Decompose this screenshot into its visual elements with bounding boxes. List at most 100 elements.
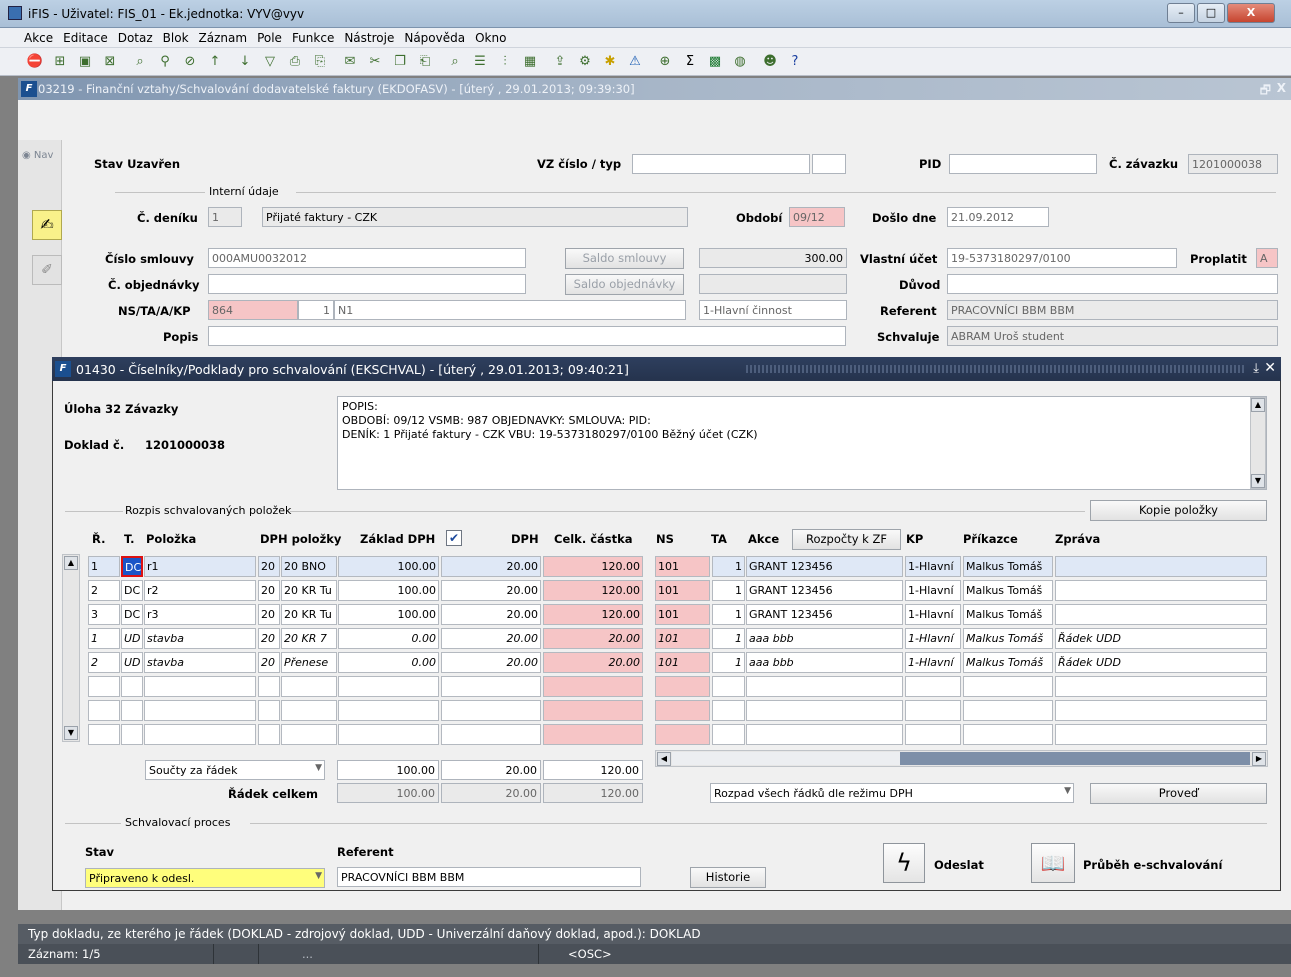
rozpocty-button[interactable]: Rozpočty k ZF [792, 529, 901, 550]
grid-cell-zak[interactable] [338, 676, 439, 697]
schvaluje-field[interactable]: ABRAM Uroš student [947, 326, 1278, 346]
zavazek-field[interactable]: 1201000038 [1188, 154, 1278, 174]
grid-cell-akce[interactable] [746, 724, 903, 745]
save-icon[interactable]: ▣ [76, 53, 94, 71]
sort-asc-icon[interactable]: ↑ [206, 53, 224, 71]
grid-horizontal-scrollbar[interactable]: ◀ ▶ [655, 750, 1268, 767]
grid-cell-prik[interactable] [963, 724, 1053, 745]
grid-cell-akce[interactable]: GRANT 123456 [746, 556, 903, 577]
sum-icon[interactable]: Σ [681, 53, 699, 71]
exit-icon[interactable]: ⛔ [26, 53, 44, 71]
grid-cell-zpr[interactable] [1055, 700, 1267, 721]
calculator-icon[interactable]: ⊕ [656, 53, 674, 71]
odeslat-lightning-icon[interactable]: ϟ [883, 843, 925, 883]
scroll-down-icon[interactable]: ▼ [64, 726, 78, 740]
grid-cell-celk[interactable]: 120.00 [543, 556, 643, 577]
grid-cell-t[interactable]: DC [121, 580, 143, 601]
saldo-objednavky-button[interactable]: Saldo objednávky [565, 274, 684, 295]
scroll-right-icon[interactable]: ▶ [1252, 752, 1266, 766]
scroll-thumb[interactable] [900, 752, 1250, 765]
grid-cell-dph[interactable]: 20.00 [441, 604, 541, 625]
grid-cell-prik[interactable]: Malkus Tomáš [963, 556, 1053, 577]
grid-cell-kp[interactable] [905, 724, 961, 745]
grid-cell-prik[interactable]: Malkus Tomáš [963, 604, 1053, 625]
dialog-minimize-icon[interactable]: ⤓ [1253, 361, 1259, 376]
cut-icon[interactable]: ✂ [366, 53, 384, 71]
grid-cell-ta[interactable]: 1 [712, 628, 745, 649]
menu-item[interactable]: Blok [158, 28, 194, 45]
grid-cell-ta[interactable] [712, 700, 745, 721]
proces-referent-field[interactable]: PRACOVNÍCI BBM BBM [337, 867, 641, 887]
popis-scrollbar[interactable]: ▲ ▼ [1250, 397, 1266, 489]
grid-cell-t[interactable]: UD [121, 628, 143, 649]
grid-cell-dp1[interactable]: 20 [258, 652, 280, 673]
calendar-icon[interactable]: ▦ [521, 53, 539, 71]
insert-record-icon[interactable]: ⊞ [51, 53, 69, 71]
grid-cell-pol[interactable] [144, 676, 256, 697]
menu-item[interactable]: Funkce [287, 28, 339, 45]
excel-icon[interactable]: ▩ [706, 53, 724, 71]
grid-cell-dph[interactable] [441, 700, 541, 721]
grid-cell-ta[interactable]: 1 [712, 556, 745, 577]
print-preview-icon[interactable]: ⎘ [311, 53, 329, 71]
sps-tool-icon[interactable]: ✐ [32, 255, 62, 285]
query-icon[interactable]: ⌕ [131, 53, 149, 71]
soucty-select[interactable]: Součty za řádek ▼ [145, 760, 325, 780]
grid-cell-kp[interactable]: 1-Hlavní [905, 580, 961, 601]
grid-cell-dp1[interactable] [258, 700, 280, 721]
denik-field[interactable]: 1 [208, 207, 242, 227]
historie-button[interactable]: Historie [690, 867, 766, 888]
grid-cell-zak[interactable] [338, 700, 439, 721]
menu-item[interactable]: Okno [470, 28, 511, 45]
grid-cell-dp1[interactable] [258, 676, 280, 697]
grid-cell-r[interactable]: 3 [88, 604, 120, 625]
vz-type-field[interactable] [812, 154, 846, 174]
grid-cell-zak[interactable]: 100.00 [338, 604, 439, 625]
proved-button[interactable]: Proveď [1090, 783, 1267, 804]
grid-cell-ns[interactable]: 101 [655, 604, 710, 625]
grid-cell-celk[interactable] [543, 724, 643, 745]
search-icon[interactable]: ⌕ [446, 53, 464, 71]
grid-cell-zak[interactable]: 100.00 [338, 580, 439, 601]
restore-form-icon[interactable]: 🗗 [1260, 81, 1271, 102]
close-window-button[interactable]: X [1227, 3, 1275, 23]
grid-cell-akce[interactable]: GRANT 123456 [746, 604, 903, 625]
grid-cell-ta[interactable] [712, 676, 745, 697]
menu-item[interactable]: Akce [0, 28, 58, 45]
grid-cell-celk[interactable] [543, 676, 643, 697]
grid-cell-dp2[interactable]: 20 KR Tu [281, 580, 337, 601]
print-icon[interactable]: ⎙ [286, 53, 304, 71]
denik-name-field[interactable]: Přijaté faktury - CZK [262, 207, 688, 227]
akce-field[interactable]: N1 [334, 300, 686, 320]
grid-cell-prik[interactable]: Malkus Tomáš [963, 580, 1053, 601]
kp-field[interactable]: 1-Hlavní činnost [699, 300, 847, 320]
grid-cell-dph[interactable] [441, 676, 541, 697]
scroll-up-icon[interactable]: ▲ [64, 556, 78, 570]
delete-record-icon[interactable]: ⊠ [101, 53, 119, 71]
grid-cell-dp2[interactable] [281, 676, 337, 697]
grid-cell-t[interactable]: UD [121, 652, 143, 673]
grid-cell-dp2[interactable]: 20 KR Tu [281, 604, 337, 625]
list-icon[interactable]: ☰ [471, 53, 489, 71]
grid-cell-zpr[interactable] [1055, 556, 1267, 577]
maximize-button[interactable]: □ [1197, 3, 1225, 23]
grid-cell-r[interactable]: 2 [88, 652, 120, 673]
rozpad-select[interactable]: Rozpad všech řádků dle režimu DPH ▼ [710, 783, 1074, 803]
execute-query-icon[interactable]: ⚲ [156, 53, 174, 71]
grid-cell-dp2[interactable]: 20 BNO [281, 556, 337, 577]
users-icon[interactable]: ☻ [761, 53, 779, 71]
vlastni-ucet-field[interactable]: 19-5373180297/0100 [947, 248, 1177, 268]
grid-cell-pol[interactable]: stavba [144, 652, 256, 673]
grid-cell-t[interactable]: DC [121, 556, 143, 577]
minimize-button[interactable]: – [1167, 3, 1195, 23]
grid-cell-kp[interactable] [905, 676, 961, 697]
popis-field[interactable] [208, 326, 846, 346]
grid-cell-zak[interactable]: 0.00 [338, 628, 439, 649]
grid-cell-r[interactable] [88, 700, 120, 721]
chevron-down-icon[interactable]: ▼ [315, 763, 322, 773]
grid-cell-dp2[interactable]: 20 KR 7 [281, 628, 337, 649]
grid-cell-t[interactable] [121, 724, 143, 745]
grid-cell-celk[interactable]: 120.00 [543, 580, 643, 601]
grid-cell-r[interactable]: 2 [88, 580, 120, 601]
grid-cell-pol[interactable]: r1 [144, 556, 256, 577]
